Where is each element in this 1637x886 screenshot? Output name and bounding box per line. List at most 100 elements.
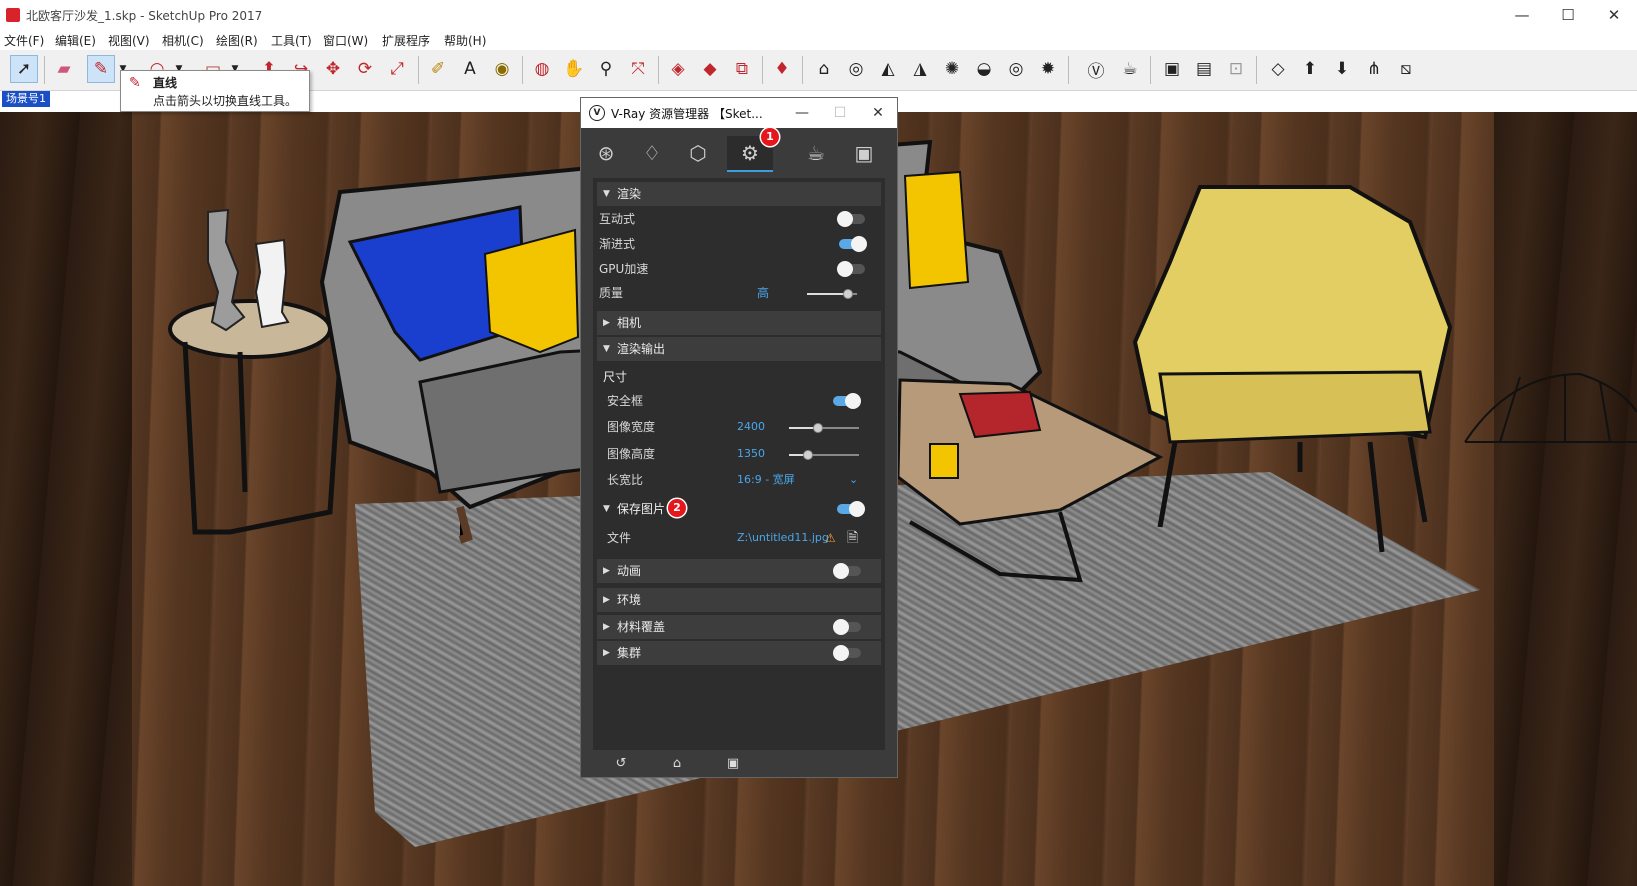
gpu-toggle[interactable]	[837, 261, 865, 277]
vray-sphere-light-icon[interactable]: ◎	[1002, 55, 1030, 83]
ruby-console-icon[interactable]: ♦	[768, 55, 796, 83]
row-safe-frame: 安全框	[593, 389, 885, 413]
toolbar-separator	[1256, 56, 1257, 84]
vray-close-button[interactable]: ✕	[859, 98, 897, 128]
step-badge-1: 1	[761, 128, 779, 146]
vray-frame-buffer-icon[interactable]: ▣	[1158, 55, 1186, 83]
paint-bucket-icon[interactable]: ◉	[488, 55, 516, 83]
close-button[interactable]: ✕	[1591, 0, 1637, 30]
text-icon[interactable]: A	[456, 55, 484, 83]
armchair	[1132, 185, 1453, 553]
open-folder-icon[interactable]: ⌂	[669, 756, 685, 772]
section-animation[interactable]: ▶ 动画	[597, 559, 881, 583]
progressive-toggle[interactable]	[839, 236, 867, 252]
select-icon[interactable]: ➚	[10, 55, 38, 83]
menu-edit[interactable]: 编辑(E)	[55, 32, 96, 49]
expand-triangle-icon: ▼	[603, 504, 610, 514]
vray-maximize-button[interactable]: ☐	[821, 98, 859, 128]
tab-frame-buffer-icon[interactable]: ▣	[847, 136, 881, 170]
menu-file[interactable]: 文件(F)	[4, 32, 44, 49]
image-height-slider[interactable]	[789, 450, 859, 460]
section-swarm[interactable]: ▶ 集群	[597, 641, 881, 665]
tab-lights-icon[interactable]: ♢	[635, 136, 669, 170]
tape-measure-icon[interactable]: ✐	[424, 55, 452, 83]
vray-materials-icon[interactable]: ◎	[842, 55, 870, 83]
vray-lock-icon[interactable]: ⊡	[1222, 55, 1250, 83]
vray-import-proxy-icon[interactable]: ⬇	[1328, 55, 1356, 83]
tab-render-teapot-icon[interactable]: ☕	[799, 136, 833, 170]
browse-file-icon[interactable]: 🗎	[847, 526, 858, 550]
tab-geometry-icon[interactable]: ⬡	[681, 136, 715, 170]
vray-omni-light-icon[interactable]: ✹	[1034, 55, 1062, 83]
vray-teapot-icon[interactable]: ☕	[1116, 55, 1144, 83]
save-image-toggle[interactable]	[837, 501, 865, 517]
file-path-value[interactable]: Z:\untitled11.jpg	[737, 526, 829, 550]
section-material-override[interactable]: ▶ 材料覆盖	[597, 615, 881, 639]
revert-icon[interactable]: ↺	[613, 756, 629, 772]
vray-asset-editor-icon[interactable]: ⌂	[810, 55, 838, 83]
save-icon[interactable]: ▣	[725, 756, 741, 772]
vray-window-title: V-Ray 资源管理器 【Sket...	[611, 107, 763, 121]
expand-triangle-icon: ▼	[603, 189, 610, 199]
image-width-value[interactable]: 2400	[737, 415, 765, 439]
menu-draw[interactable]: 绘图(R)	[216, 32, 258, 49]
section-environment[interactable]: ▶ 环境	[597, 588, 881, 612]
section-render[interactable]: ▼ 渲染	[597, 182, 881, 206]
menu-tools[interactable]: 工具(T)	[271, 32, 312, 49]
scene-tab[interactable]: 场景号1	[2, 91, 50, 107]
rotate-icon[interactable]: ⟳	[351, 55, 379, 83]
aspect-ratio-select[interactable]: 16:9 - 宽屏	[737, 468, 795, 492]
menu-help[interactable]: 帮助(H)	[444, 32, 486, 49]
vray-sun-icon[interactable]: ✺	[938, 55, 966, 83]
eraser-icon[interactable]: ▰	[50, 55, 78, 83]
menu-window[interactable]: 窗口(W)	[323, 32, 368, 49]
image-width-slider[interactable]	[789, 423, 859, 433]
tab-materials-icon[interactable]: ⊛	[589, 136, 623, 170]
vray-minimize-button[interactable]: —	[783, 98, 821, 128]
3d-warehouse-icon[interactable]: ◈	[664, 55, 692, 83]
pencil-icon[interactable]: ✎	[87, 55, 115, 83]
section-camera[interactable]: ▶ 相机	[597, 311, 881, 335]
vray-title-bar[interactable]: V V-Ray 资源管理器 【Sket... — ☐ ✕	[581, 98, 897, 129]
send-to-layout-icon[interactable]: ⧉	[728, 55, 756, 83]
menu-view[interactable]: 视图(V)	[108, 32, 150, 49]
minimize-button[interactable]: —	[1499, 0, 1545, 30]
animation-toggle[interactable]	[833, 563, 861, 579]
toolbar-separator	[522, 56, 523, 84]
menu-camera[interactable]: 相机(C)	[162, 32, 204, 49]
section-render-output[interactable]: ▼ 渲染输出	[597, 337, 881, 361]
move-icon[interactable]: ✥	[319, 55, 347, 83]
toolbar-separator	[44, 56, 45, 84]
vray-spot-light-icon[interactable]: ◮	[906, 55, 934, 83]
zoom-extents-icon[interactable]: ⤧	[624, 55, 652, 83]
maximize-button[interactable]: ☐	[1545, 0, 1591, 30]
pan-icon[interactable]: ✋	[560, 55, 588, 83]
vray-tab-bar: ⊛ ♢ ⬡ ⚙ 1 ☕ ▣	[581, 128, 897, 178]
row-quality: 质量 高	[593, 281, 885, 305]
scale-icon[interactable]: ⤢	[383, 55, 411, 83]
orbit-icon[interactable]: ◍	[528, 55, 556, 83]
vray-export-proxy-icon[interactable]: ⬆	[1296, 55, 1324, 83]
interactive-toggle[interactable]	[837, 211, 865, 227]
chevron-down-icon[interactable]: ⌄	[849, 468, 858, 492]
swarm-toggle[interactable]	[833, 645, 861, 661]
vray-dome-light-icon[interactable]: ◒	[970, 55, 998, 83]
menu-bar: 文件(F) 编辑(E) 视图(V) 相机(C) 绘图(R) 工具(T) 窗口(W…	[0, 30, 1637, 50]
row-save-image: ▼ 保存图片	[593, 497, 885, 521]
safe-frame-toggle[interactable]	[833, 393, 861, 409]
vray-fur-icon[interactable]: ⋔	[1360, 55, 1388, 83]
vray-interactive-render-icon[interactable]: ▤	[1190, 55, 1218, 83]
collapse-triangle-icon: ▶	[603, 595, 610, 605]
vray-light-icon[interactable]: ◭	[874, 55, 902, 83]
vray-render-icon[interactable]: Ⓥ	[1082, 55, 1110, 83]
toolbar-separator	[762, 56, 763, 84]
material-override-toggle[interactable]	[833, 619, 861, 635]
vray-plane-icon[interactable]: ◇	[1264, 55, 1292, 83]
image-height-value[interactable]: 1350	[737, 442, 765, 466]
quality-slider[interactable]	[807, 289, 857, 299]
row-interactive: 互动式	[593, 207, 885, 231]
vray-mesh-clipper-icon[interactable]: ⧅	[1392, 55, 1420, 83]
extension-warehouse-icon[interactable]: ◆	[696, 55, 724, 83]
zoom-icon[interactable]: ⚲	[592, 55, 620, 83]
menu-extensions[interactable]: 扩展程序	[382, 32, 430, 49]
